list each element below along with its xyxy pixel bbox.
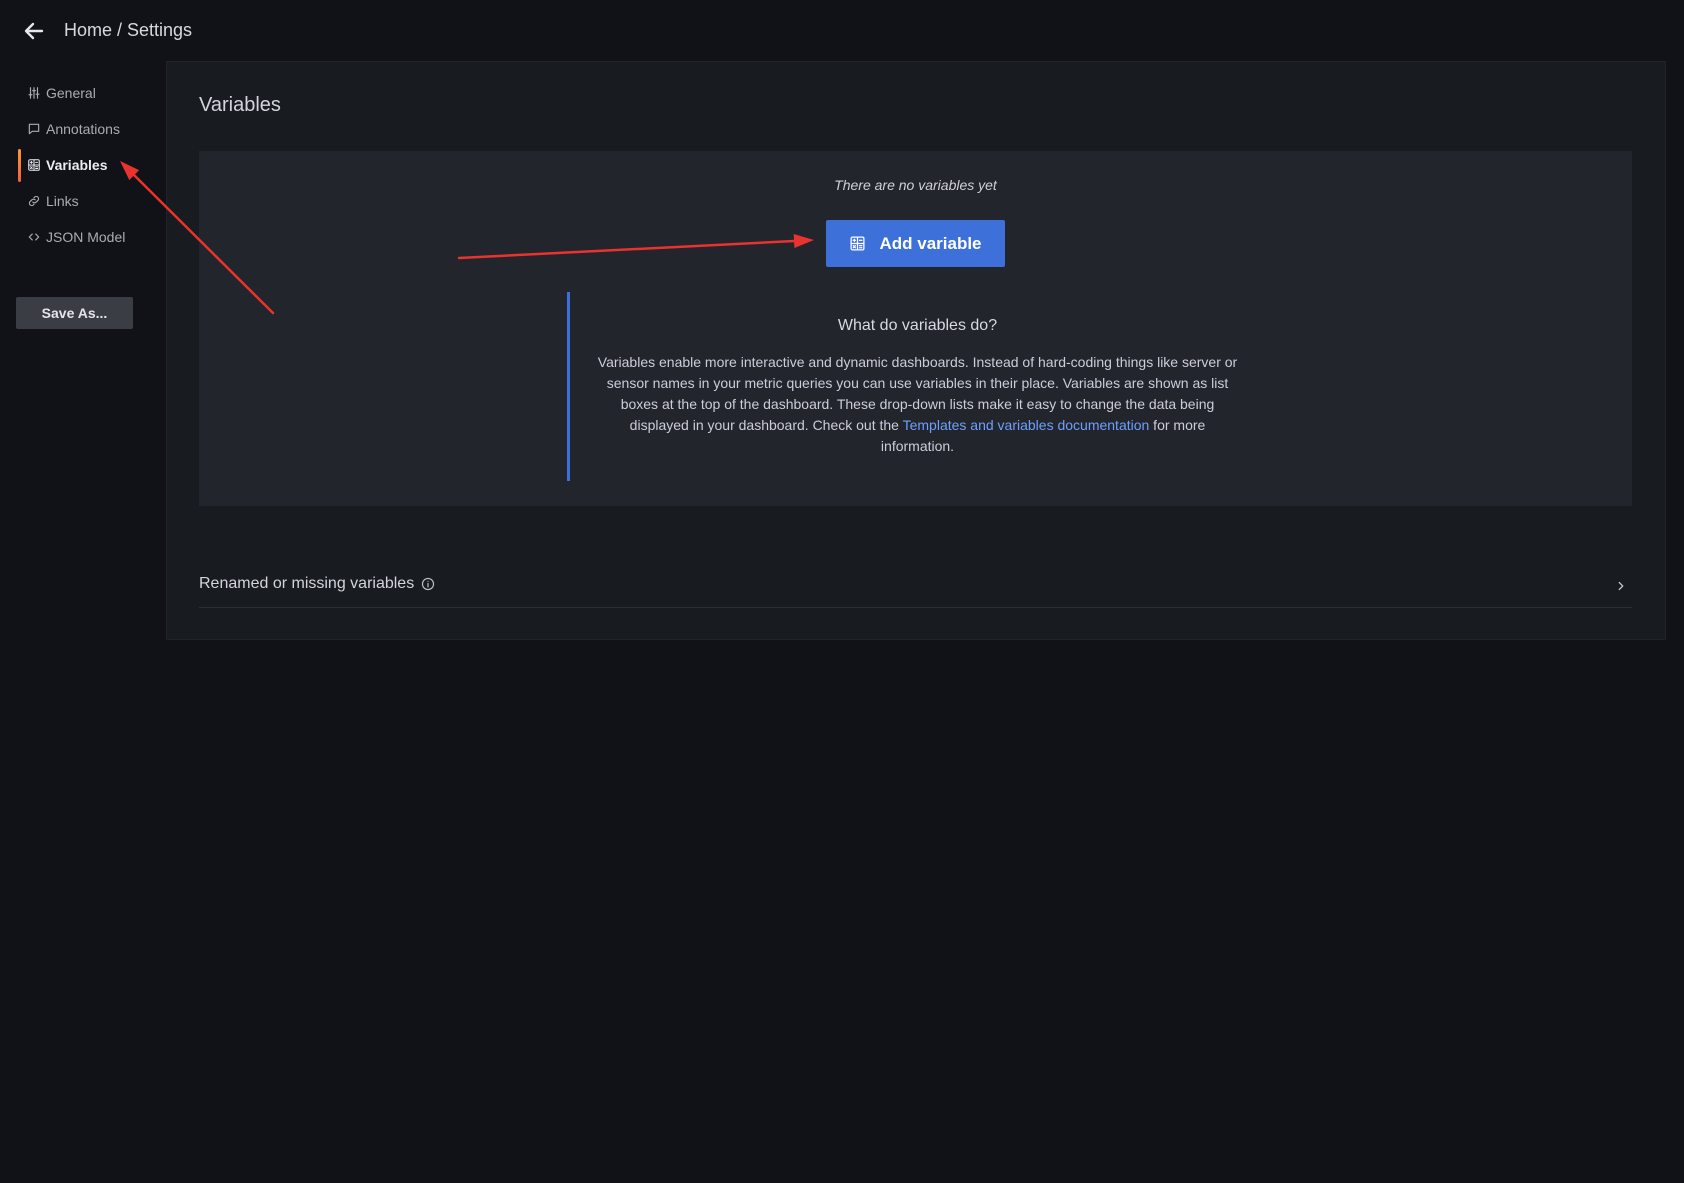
link-icon [27,194,41,208]
page-title: Variables [199,94,281,116]
sidebar-item-label: Annotations [46,121,120,137]
info-circle-icon[interactable] [421,577,435,591]
active-indicator [18,149,21,182]
documentation-link[interactable]: Templates and variables documentation [903,417,1150,433]
renamed-section-label: Renamed or missing variables [199,575,415,592]
variables-info: What do variables do? Variables enable m… [567,292,1265,481]
sliders-icon [27,86,41,100]
breadcrumb: Home / Settings [64,20,193,40]
sidebar-item-label: Variables [46,157,108,173]
code-icon [27,230,41,244]
back-arrow-icon[interactable] [22,19,46,43]
calculator-icon [27,158,41,172]
save-as-button[interactable]: Save As... [16,297,133,329]
chevron-right-icon[interactable] [1614,579,1628,593]
info-title: What do variables do? [837,317,998,334]
add-variable-button[interactable]: Add variable [826,220,1005,267]
comment-icon [27,122,41,136]
sidebar-item-links[interactable]: Links [27,183,79,219]
sidebar-item-general[interactable]: General [27,75,96,111]
calculator-icon [849,235,866,252]
section-divider [199,607,1632,608]
empty-state-message: There are no variables yet [834,177,997,193]
empty-state: There are no variables yet Add variable … [199,151,1632,506]
sidebar-item-label: General [46,85,96,101]
sidebar-item-annotations[interactable]: Annotations [27,111,120,147]
sidebar-item-label: JSON Model [46,229,126,245]
add-variable-label: Add variable [879,233,982,253]
sidebar-item-label: Links [46,193,79,209]
sidebar-item-variables[interactable]: Variables [27,147,108,183]
renamed-missing-variables-toggle[interactable]: Renamed or missing variables [199,572,1632,607]
sidebar-item-json-model[interactable]: JSON Model [27,219,125,255]
info-text: Variables enable more interactive and dy… [596,352,1239,457]
